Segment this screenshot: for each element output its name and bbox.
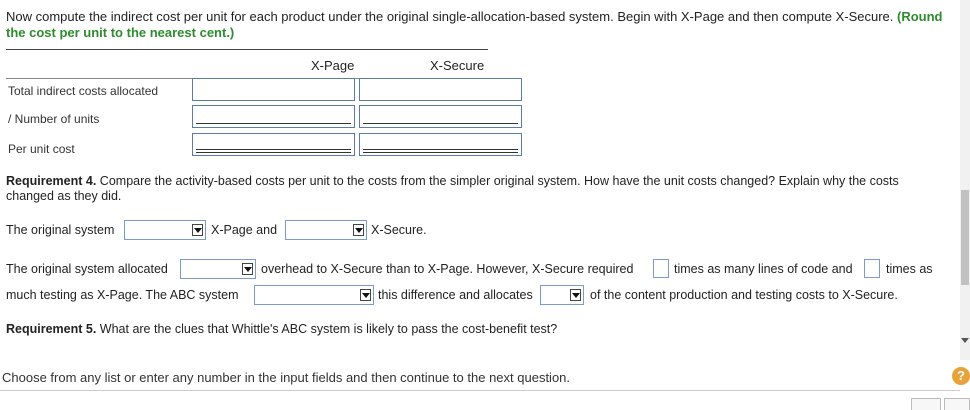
column-header-xpage: X-Page	[311, 58, 355, 73]
help-icon[interactable]: ?	[952, 367, 970, 385]
xsecure-total-indirect-input[interactable]	[359, 78, 522, 101]
original-system-dropdown-2[interactable]	[285, 220, 367, 240]
chevron-down-icon	[192, 224, 203, 236]
nav-button-partial-1[interactable]	[911, 398, 941, 410]
sentence1-part1: The original system	[6, 223, 115, 237]
sentence2-part2: overhead to X-Secure than to X-Page. How…	[261, 262, 634, 276]
requirement-4-text: Compare the activity-based costs per uni…	[6, 174, 899, 203]
table-top-rule	[6, 49, 488, 50]
xsecure-units-input[interactable]	[359, 105, 522, 128]
footer-divider	[0, 390, 960, 391]
column-header-xsecure: X-Secure	[430, 58, 485, 73]
sentence2-part3: times as many lines of code and	[674, 262, 853, 276]
testing-multiple-input[interactable]	[864, 259, 880, 278]
chevron-down-icon	[353, 224, 364, 236]
sentence1-part3: X-Secure.	[371, 223, 427, 237]
xpage-per-unit-input[interactable]	[192, 133, 355, 156]
chevron-down-icon	[242, 263, 253, 275]
xpage-total-indirect-input[interactable]	[192, 78, 355, 101]
lines-of-code-multiple-input[interactable]	[653, 259, 669, 278]
chevron-down-icon	[360, 289, 371, 301]
requirement-5-title: Requirement 5.	[6, 322, 97, 336]
xpage-units-input[interactable]	[192, 105, 355, 128]
row-label-per-unit-cost: Per unit cost	[8, 142, 75, 156]
vertical-scrollbar[interactable]	[960, 0, 970, 360]
allocated-overhead-dropdown[interactable]	[180, 259, 256, 279]
requirement-4-title: Requirement 4.	[6, 174, 97, 188]
sentence2-part6: this difference and allocates	[378, 288, 533, 302]
row-label-total-indirect: Total indirect costs allocated	[8, 84, 159, 98]
allocation-share-dropdown[interactable]	[540, 285, 584, 305]
scrollbar-thumb[interactable]	[961, 190, 969, 285]
requirement-4: Requirement 4. Compare the activity-base…	[6, 174, 946, 204]
sentence2-part1: The original system allocated	[6, 262, 168, 276]
row-label-number-of-units: / Number of units	[8, 112, 100, 126]
scroll-down-arrow-icon[interactable]	[961, 338, 969, 343]
requirement-5: Requirement 5. What are the clues that W…	[6, 322, 557, 337]
sentence2-part4: times as	[886, 262, 933, 276]
sentence2-part5: much testing as X-Page. The ABC system	[6, 288, 239, 302]
instructions-text: Now compute the indirect cost per unit f…	[6, 9, 894, 24]
footer-instructions: Choose from any list or enter any number…	[2, 370, 571, 385]
requirement-5-text: What are the clues that Whittle's ABC sy…	[99, 322, 558, 336]
chevron-down-icon	[570, 289, 581, 301]
sentence1-part2: X-Page and	[211, 223, 278, 237]
original-system-dropdown-1[interactable]	[124, 220, 206, 240]
xsecure-per-unit-input[interactable]	[359, 133, 522, 156]
nav-button-partial-2[interactable]	[944, 398, 970, 410]
instructions: Now compute the indirect cost per unit f…	[6, 9, 956, 41]
sentence2-part7: of the content production and testing co…	[590, 288, 898, 302]
abc-system-dropdown[interactable]	[254, 285, 374, 305]
